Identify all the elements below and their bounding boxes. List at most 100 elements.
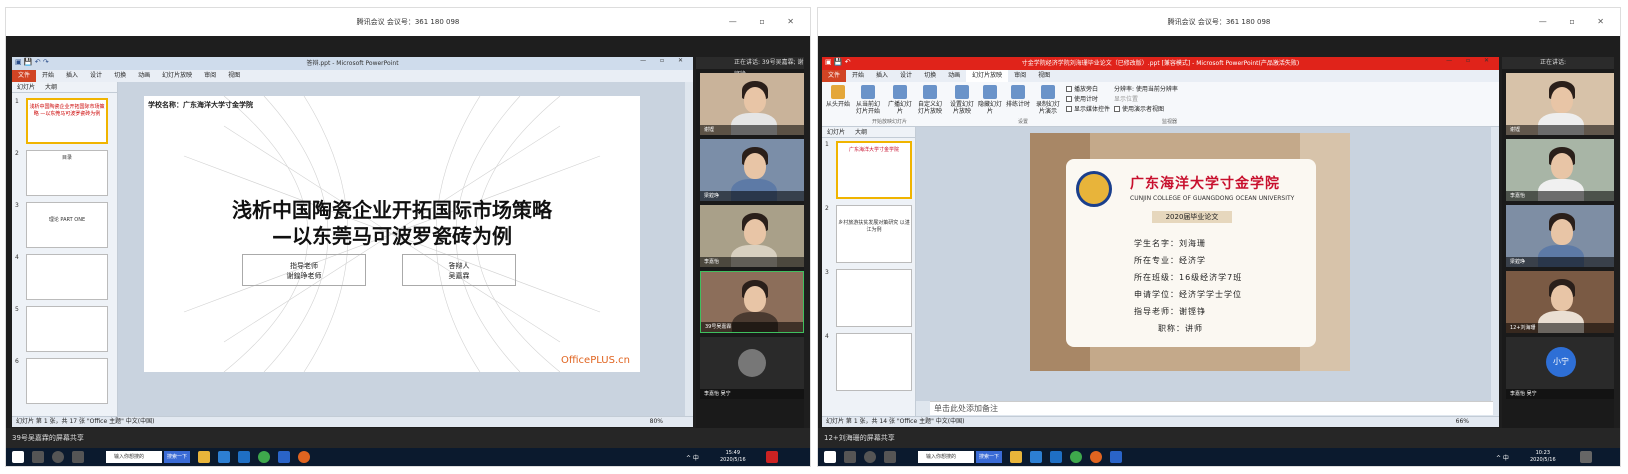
meeting-app-icon[interactable] [1110,451,1122,463]
video-tile[interactable]: 李嘉怡 [700,205,804,267]
slide-canvas[interactable]: 学校名称：广东海洋大学寸金学院 浅析中国陶瓷企业开拓国际市场策略 —以东莞马可波… [144,96,640,372]
cortana-icon[interactable] [864,451,876,463]
tab-slideshow[interactable]: 幻灯片放映 [966,70,1009,82]
tab-slideshow[interactable]: 幻灯片放映 [156,70,198,82]
taskbar-search-input[interactable]: 输入你想搜的 [918,451,974,463]
taskbar-search-input[interactable]: 输入你想搜的 [106,451,162,463]
record-button[interactable]: 录制幻灯片演示 [1034,85,1062,115]
taskbar-search-button[interactable]: 搜索一下 [164,451,191,463]
tab-home[interactable]: 开始 [36,70,60,82]
presenter-view-checkbox[interactable]: 使用演示者视图 [1114,105,1164,114]
thumb-number: 4 [825,333,829,340]
system-tray[interactable]: ^ 中 [686,453,699,462]
video-tile[interactable]: 李嘉怡 [1506,139,1614,201]
store-icon[interactable] [218,451,230,463]
zoom-level[interactable]: 80% [650,417,663,427]
slide-thumb-2[interactable]: 乡村旅游扶贫发展对策研究 以湛江为例 [836,205,912,263]
info-row: 指导老师：谢铿铮 [1134,307,1206,316]
video-tile[interactable]: 谢铿 [700,73,804,135]
notes-field[interactable]: 单击此处添加备注 [930,401,1493,415]
clock-time: 10:23 [1535,450,1551,456]
resolution-select[interactable]: 分辨率: 使用当前分辨率 [1114,85,1178,94]
tab-review[interactable]: 审阅 [198,70,222,82]
ppt-window-controls[interactable]: — ▫ ✕ [1446,57,1495,64]
tab-insert[interactable]: 插入 [60,70,84,82]
slide-thumb-4[interactable] [836,333,912,391]
start-icon[interactable] [12,451,24,463]
search-icon[interactable] [32,451,44,463]
tab-view[interactable]: 视图 [222,70,246,82]
tab-home[interactable]: 开始 [846,70,870,82]
tab-slides[interactable]: 幻灯片 [12,84,40,91]
video-tile[interactable]: 谢铿 [1506,73,1614,135]
video-tile[interactable]: 小宁 李嘉怡 吴宁 [1506,337,1614,399]
broadcast-icon [893,85,907,99]
tab-design[interactable]: 设计 [894,70,918,82]
play-narration-checkbox[interactable]: 播放旁白 [1066,85,1098,94]
hide-slide-button[interactable]: 隐藏幻灯片 [976,85,1004,115]
tab-transitions[interactable]: 切换 [108,70,132,82]
from-current-button[interactable]: 从当前幻灯片开始 [854,85,882,115]
slide-thumb-3[interactable] [836,269,912,327]
from-beginning-button[interactable]: 从头开始 [824,85,852,108]
media-controls-checkbox[interactable]: 显示媒体控件 [1066,105,1110,114]
tab-animations[interactable]: 动画 [132,70,156,82]
notification-icon[interactable] [1580,451,1592,463]
folder-icon[interactable] [1010,451,1022,463]
tab-review[interactable]: 审阅 [1008,70,1032,82]
browser-icon[interactable] [1070,451,1082,463]
slide-thumb-5[interactable] [26,306,108,352]
tab-outline[interactable]: 大纲 [40,84,62,91]
browser-icon[interactable] [258,451,270,463]
slide-thumb-4[interactable] [26,254,108,300]
video-tile[interactable]: 梁鍠琤 [700,139,804,201]
use-timings-checkbox[interactable]: 使用计时 [1066,95,1098,104]
tab-outline[interactable]: 大纲 [850,129,872,136]
tab-transitions[interactable]: 切换 [918,70,942,82]
tab-slides[interactable]: 幻灯片 [822,129,850,136]
tab-file[interactable]: 文件 [822,70,847,82]
tab-file[interactable]: 文件 [12,70,37,82]
cortana-icon[interactable] [52,451,64,463]
rehearse-button[interactable]: 排练计时 [1004,85,1032,108]
tab-design[interactable]: 设计 [84,70,108,82]
search-icon[interactable] [844,451,856,463]
quick-access-icon[interactable]: ▣ 💾 ↶ ↷ [15,58,49,66]
window-controls[interactable]: — ▫ ✕ [729,8,804,36]
video-tile[interactable]: 梁鍠琤 [1506,205,1614,267]
meeting-app-icon[interactable] [278,451,290,463]
zoom-level[interactable]: 66% [1456,417,1469,427]
tab-insert[interactable]: 插入 [870,70,894,82]
ppt-app-icon[interactable] [298,451,310,463]
slide-thumb-3[interactable]: 理论 PART ONE [26,202,108,248]
slide-thumb-2[interactable]: 目录 [26,150,108,196]
broadcast-button[interactable]: 广播幻灯片 [886,85,914,115]
slide-thumb-6[interactable] [26,358,108,404]
quick-access-icon[interactable]: ▣ 💾 ↶ [825,58,851,66]
mail-icon[interactable] [238,451,250,463]
video-tile[interactable]: 李嘉怡 吴宁 [700,337,804,399]
ppt-app-icon[interactable] [1090,451,1102,463]
folder-icon[interactable] [198,451,210,463]
notification-icon[interactable] [766,451,778,463]
tab-animations[interactable]: 动画 [942,70,966,82]
tab-view[interactable]: 视图 [1032,70,1056,82]
task-view-icon[interactable] [72,451,84,463]
taskbar-search-button[interactable]: 搜索一下 [976,451,1003,463]
show-on-select[interactable]: 显示位置 [1114,95,1138,104]
slide-canvas[interactable]: 广东海洋大学寸金学院 CUNJIN COLLEGE OF GUANGDONG O… [1030,133,1350,371]
ppt-window-controls[interactable]: — ▫ ✕ [640,57,689,64]
window-controls[interactable]: — ▫ ✕ [1539,8,1614,36]
slide-thumb-1[interactable]: 浅析中国陶瓷企业开拓国际市场策略 —以东莞马可波罗瓷砖为例 [26,98,108,144]
store-icon[interactable] [1030,451,1042,463]
status-text: 幻灯片 第 1 张，共 14 张 "Office 主题" 中文(中国) [826,418,965,425]
start-icon[interactable] [824,451,836,463]
video-tile-active[interactable]: 39号吴嘉霖 [700,271,804,333]
slide-thumb-1[interactable]: 广东海洋大学寸金学院 [836,141,912,199]
video-tile[interactable]: 12+刘海珊 [1506,271,1614,333]
setup-show-button[interactable]: 设置幻灯片放映 [948,85,976,115]
task-view-icon[interactable] [884,451,896,463]
system-tray[interactable]: ^ 中 [1496,453,1509,462]
custom-show-button[interactable]: 自定义幻灯片放映 [916,85,944,115]
mail-icon[interactable] [1050,451,1062,463]
